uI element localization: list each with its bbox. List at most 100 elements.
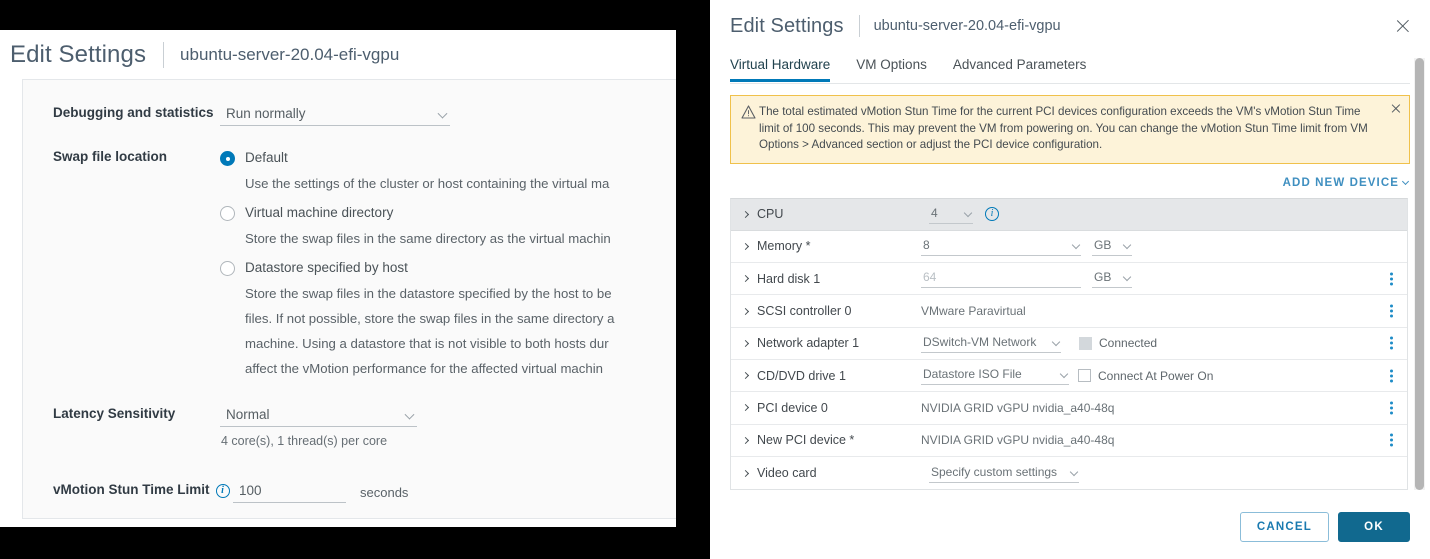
left-edit-settings-dialog: Edit Settings ubuntu-server-20.04-efi-vg… (0, 30, 676, 527)
cpu-count-value: 4 (931, 206, 938, 220)
radio-vm-directory-description: Store the swap files in the same directo… (245, 226, 676, 251)
right-dialog-title: Edit Settings (730, 15, 844, 38)
chevron-right-icon[interactable] (742, 340, 749, 347)
device-label-cd-dvd-drive-1: CD/DVD drive 1 (757, 369, 846, 383)
device-row-scsi-controller-0[interactable]: SCSI controller 0 VMware Paravirtual (731, 295, 1407, 327)
chevron-right-icon[interactable] (742, 372, 749, 379)
radio-default-description: Use the settings of the cluster or host … (245, 171, 676, 196)
device-name-pci-device-0: PCI device 0 (743, 401, 921, 415)
connect-at-power-on-checkbox-group[interactable]: Connect At Power On (1078, 369, 1213, 383)
radio-datastore-host-icon[interactable] (220, 261, 235, 276)
memory-unit-value: GB (1094, 238, 1111, 252)
device-row-pci-device-0[interactable]: PCI device 0 NVIDIA GRID vGPU nvidia_a40… (731, 392, 1407, 424)
swap-file-radio-group: Default Use the settings of the cluster … (220, 150, 676, 405)
kebab-menu-icon[interactable] (1390, 367, 1393, 384)
radio-option-default[interactable]: Default (220, 150, 676, 166)
chevron-down-icon (1123, 273, 1131, 281)
cd-dvd-source-select[interactable]: Datastore ISO File (921, 366, 1069, 385)
device-row-memory[interactable]: Memory * 8 GB (731, 231, 1407, 263)
network-select[interactable]: DSwitch-VM Network (921, 334, 1061, 353)
chevron-right-icon[interactable] (742, 437, 749, 444)
kebab-menu-icon[interactable] (1390, 432, 1393, 449)
device-row-cd-dvd-drive-1[interactable]: CD/DVD drive 1 Datastore ISO File Connec… (731, 360, 1407, 392)
device-name-network-adapter-1: Network adapter 1 (743, 336, 921, 350)
radio-option-vm-directory[interactable]: Virtual machine directory (220, 205, 676, 221)
network-connected-checkbox-group[interactable]: Connected (1079, 336, 1157, 350)
vertical-scrollbar-thumb[interactable] (1415, 58, 1424, 490)
chevron-right-icon[interactable] (742, 275, 749, 282)
info-circle-icon[interactable]: i (216, 484, 230, 498)
kebab-menu-icon[interactable] (1390, 335, 1393, 352)
tab-advanced-parameters[interactable]: Advanced Parameters (953, 57, 1087, 82)
device-row-new-pci-device[interactable]: New PCI device * NVIDIA GRID vGPU nvidia… (731, 425, 1407, 457)
device-name-scsi-controller-0: SCSI controller 0 (743, 304, 921, 318)
chevron-right-icon[interactable] (742, 469, 749, 476)
radio-default-icon[interactable] (220, 151, 235, 166)
device-value-memory: 8 GB (921, 237, 1407, 256)
vmotion-stun-time-warning-banner: The total estimated vMotion Stun Time fo… (730, 95, 1410, 164)
hard-disk-size-value: 64 (923, 270, 936, 284)
info-circle-icon[interactable]: i (985, 207, 999, 221)
chevron-down-icon (1060, 370, 1068, 378)
connect-at-power-on-checkbox[interactable] (1078, 369, 1091, 382)
kebab-menu-icon[interactable] (1390, 303, 1393, 320)
chevron-down-icon (1123, 241, 1131, 249)
radio-option-datastore-host[interactable]: Datastore specified by host (220, 260, 676, 276)
tab-bar: Virtual Hardware VM Options Advanced Par… (730, 57, 1410, 84)
chevron-down-icon (405, 409, 415, 419)
vmotion-stun-time-input[interactable]: 100 (233, 481, 346, 503)
chevron-right-icon[interactable] (742, 211, 749, 218)
warning-message: The total estimated vMotion Stun Time fo… (759, 104, 1399, 154)
right-dialog-vm-name: ubuntu-server-20.04-efi-vgpu (874, 18, 1061, 34)
cpu-count-select[interactable]: 4 (929, 205, 973, 224)
right-dialog-header: Edit Settings ubuntu-server-20.04-efi-vg… (710, 0, 1430, 52)
desc-line-4: affect the vMotion performance for the a… (245, 356, 676, 381)
left-dialog-header: Edit Settings ubuntu-server-20.04-efi-vg… (0, 30, 676, 79)
close-icon[interactable] (1395, 18, 1411, 34)
hard-disk-unit-select[interactable]: GB (1092, 269, 1132, 288)
radio-vm-directory-label: Virtual machine directory (245, 205, 393, 221)
latency-sensitivity-select[interactable]: Normal (220, 405, 417, 427)
device-row-hard-disk-1[interactable]: Hard disk 1 64 GB (731, 263, 1407, 295)
field-vmotion-stun-time-limit: 100 seconds (233, 481, 676, 503)
tab-virtual-hardware[interactable]: Virtual Hardware (730, 57, 830, 82)
device-label-network-adapter-1: Network adapter 1 (757, 336, 859, 350)
left-dialog-vm-name: ubuntu-server-20.04-efi-vgpu (180, 45, 399, 65)
tab-vm-options[interactable]: VM Options (856, 57, 927, 82)
label-debugging-and-statistics: Debugging and statistics (23, 104, 220, 126)
chevron-right-icon[interactable] (742, 404, 749, 411)
device-row-cpu[interactable]: CPU 4 i (731, 199, 1407, 231)
chevron-down-icon (1052, 338, 1060, 346)
chevron-down-icon (964, 208, 972, 216)
memory-unit-select[interactable]: GB (1092, 237, 1132, 256)
chevron-down-icon (1070, 467, 1078, 475)
device-value-new-pci-device: NVIDIA GRID vGPU nvidia_a40-48q (921, 433, 1407, 447)
connected-checkbox[interactable] (1079, 337, 1092, 350)
kebab-menu-icon[interactable] (1390, 399, 1393, 416)
kebab-menu-icon[interactable] (1390, 270, 1393, 287)
row-swap-file-location: Swap file location Default Use the setti… (23, 148, 676, 405)
device-row-network-adapter-1[interactable]: Network adapter 1 DSwitch-VM Network Con… (731, 328, 1407, 360)
debugging-select[interactable]: Run normally (220, 104, 450, 126)
memory-size-input[interactable]: 8 (921, 237, 1081, 256)
ok-button[interactable]: OK (1338, 512, 1410, 542)
video-card-settings-select[interactable]: Specify custom settings (929, 464, 1079, 483)
radio-vm-directory-icon[interactable] (220, 206, 235, 221)
hard-disk-size-input[interactable]: 64 (921, 269, 1081, 288)
chevron-right-icon[interactable] (742, 243, 749, 250)
chevron-down-icon (438, 108, 448, 118)
title-divider (163, 42, 164, 68)
device-value-cd-dvd-drive-1: Datastore ISO File Connect At Power On (921, 366, 1407, 385)
device-value-scsi-controller-0: VMware Paravirtual (921, 304, 1407, 318)
left-dialog-title: Edit Settings (10, 41, 146, 69)
chevron-down-icon (1072, 241, 1080, 249)
device-row-video-card[interactable]: Video card Specify custom settings (731, 457, 1407, 489)
add-new-device-button[interactable]: ADD NEW DEVICE (1283, 177, 1408, 189)
vertical-scrollbar-track[interactable] (1414, 58, 1425, 490)
cancel-button[interactable]: CANCEL (1240, 512, 1329, 542)
warning-close-icon[interactable] (1390, 103, 1401, 114)
connected-checkbox-label: Connected (1099, 336, 1157, 350)
chevron-right-icon[interactable] (742, 307, 749, 314)
device-label-scsi-controller-0: SCSI controller 0 (757, 304, 851, 318)
device-name-cpu: CPU (743, 207, 921, 221)
